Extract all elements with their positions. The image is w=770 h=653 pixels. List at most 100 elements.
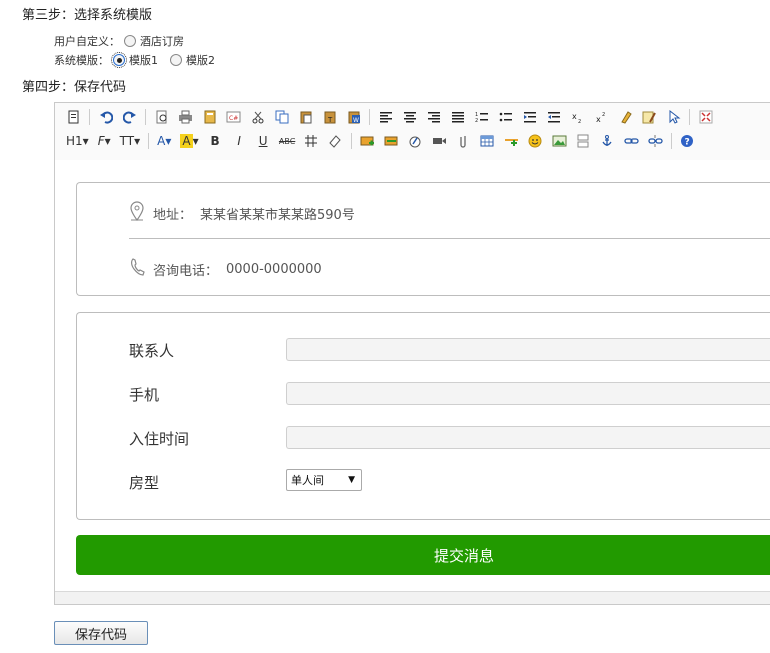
help-icon[interactable]: ? bbox=[677, 131, 698, 151]
toolbar-separator bbox=[689, 109, 690, 125]
editor-content[interactable]: 地址： 某某省某某市某某路590号 咨询电话： 0000-0000000 联系人… bbox=[55, 160, 770, 592]
attachment-icon[interactable] bbox=[453, 131, 474, 151]
checkin-time-input[interactable] bbox=[286, 426, 770, 449]
checkin-time-label: 入住时间 bbox=[129, 430, 190, 448]
bold-button[interactable]: B bbox=[205, 131, 226, 151]
preview-icon[interactable] bbox=[151, 107, 172, 127]
custom-template-row: 用户自定义： 酒店订房 bbox=[54, 33, 184, 49]
fullscreen-icon[interactable] bbox=[695, 107, 716, 127]
toolbar-separator bbox=[369, 109, 370, 125]
phone-label: 咨询电话： bbox=[153, 263, 219, 279]
svg-text:?: ? bbox=[685, 138, 690, 148]
toolbar-separator bbox=[148, 133, 150, 149]
room-type-value: 单人间 bbox=[291, 474, 324, 487]
cut-icon[interactable] bbox=[247, 107, 268, 127]
location-pin-icon bbox=[129, 201, 145, 225]
template2-radio[interactable] bbox=[170, 54, 182, 66]
flash-icon[interactable] bbox=[405, 131, 426, 151]
phone-line: 咨询电话： 0000-0000000 bbox=[129, 257, 322, 281]
code-icon[interactable]: C# bbox=[223, 107, 244, 127]
toolbar-separator bbox=[145, 109, 146, 125]
phone-value: 0000-0000000 bbox=[226, 261, 322, 277]
editor-toolbar: C# T W 12 x2 x2 H1 ▾ F ▾ TT ▾ A▾ A ▾ B I… bbox=[55, 103, 770, 161]
eraser-icon[interactable] bbox=[325, 131, 346, 151]
custom-template-radio[interactable] bbox=[124, 35, 136, 47]
custom-template-option-label[interactable]: 酒店订房 bbox=[140, 33, 184, 49]
svg-text:x: x bbox=[572, 112, 577, 121]
insert-column-icon[interactable] bbox=[381, 131, 402, 151]
booking-form-card: 联系人 手机 入住时间 房型 单人间 ▼ bbox=[76, 312, 770, 520]
template1-label[interactable]: 模版1 bbox=[129, 52, 158, 68]
anchor-icon[interactable] bbox=[597, 131, 618, 151]
address-line: 地址： 某某省某某市某某路590号 bbox=[129, 201, 355, 225]
system-template-label: 系统模版： bbox=[54, 54, 109, 67]
cursor-icon[interactable] bbox=[663, 107, 684, 127]
subscript-icon[interactable]: x2 bbox=[567, 107, 588, 127]
room-type-label: 房型 bbox=[129, 474, 160, 492]
font-family-dropdown[interactable]: F ▾ bbox=[95, 131, 114, 151]
table-grid-icon[interactable] bbox=[301, 131, 322, 151]
align-right-icon[interactable] bbox=[423, 107, 444, 127]
align-left-icon[interactable] bbox=[375, 107, 396, 127]
insert-hr-icon[interactable] bbox=[501, 131, 522, 151]
insert-row-icon[interactable] bbox=[357, 131, 378, 151]
toolbar-separator bbox=[670, 133, 672, 149]
font-color-dropdown[interactable]: A▾ bbox=[154, 131, 174, 151]
custom-template-label: 用户自定义： bbox=[54, 35, 120, 48]
svg-text:C#: C# bbox=[229, 115, 238, 122]
select-all-icon[interactable] bbox=[639, 107, 660, 127]
underline-button[interactable]: U bbox=[253, 131, 274, 151]
mobile-input[interactable] bbox=[286, 382, 770, 405]
svg-text:W: W bbox=[353, 117, 359, 124]
link-icon[interactable] bbox=[621, 131, 642, 151]
template1-radio[interactable] bbox=[111, 52, 127, 68]
submit-message-button[interactable]: 提交消息 bbox=[76, 535, 770, 575]
align-center-icon[interactable] bbox=[399, 107, 420, 127]
contact-info-card: 地址： 某某省某某市某某路590号 咨询电话： 0000-0000000 bbox=[76, 182, 770, 296]
step3-title: 第三步：选择系统模版 bbox=[22, 8, 153, 23]
italic-button[interactable]: I bbox=[229, 131, 250, 151]
template2-label[interactable]: 模版2 bbox=[186, 52, 215, 68]
table-icon[interactable] bbox=[477, 131, 498, 151]
toolbar-row-2: H1 ▾ F ▾ TT ▾ A▾ A ▾ B I U ABC ? bbox=[63, 130, 698, 152]
redo-icon[interactable] bbox=[119, 107, 140, 127]
mobile-label: 手机 bbox=[129, 386, 160, 404]
indent-icon[interactable] bbox=[519, 107, 540, 127]
unlink-icon[interactable] bbox=[645, 131, 666, 151]
source-icon[interactable] bbox=[63, 107, 84, 127]
outdent-icon[interactable] bbox=[543, 107, 564, 127]
rich-text-editor[interactable]: C# T W 12 x2 x2 H1 ▾ F ▾ TT ▾ A▾ A ▾ B I… bbox=[54, 102, 770, 605]
ordered-list-icon[interactable]: 12 bbox=[471, 107, 492, 127]
paste-word-icon[interactable]: W bbox=[343, 107, 364, 127]
save-code-button[interactable]: 保存代码 bbox=[54, 621, 148, 645]
copy-icon[interactable] bbox=[271, 107, 292, 127]
font-size-dropdown[interactable]: TT ▾ bbox=[117, 131, 143, 151]
svg-text:2: 2 bbox=[578, 119, 581, 123]
paste-icon[interactable] bbox=[295, 107, 316, 127]
chevron-down-icon: ▼ bbox=[348, 475, 355, 485]
contact-person-label: 联系人 bbox=[129, 342, 175, 360]
template-icon[interactable] bbox=[199, 107, 220, 127]
address-value: 某某省某某市某某路590号 bbox=[200, 207, 355, 223]
superscript-icon[interactable]: x2 bbox=[591, 107, 612, 127]
emoticon-icon[interactable] bbox=[525, 131, 546, 151]
contact-person-input[interactable] bbox=[286, 338, 770, 361]
toolbar-row-1: C# T W 12 x2 x2 bbox=[63, 106, 716, 128]
paste-text-icon[interactable]: T bbox=[319, 107, 340, 127]
strikethrough-button[interactable]: ABC bbox=[277, 131, 298, 151]
room-type-select[interactable]: 单人间 ▼ bbox=[286, 469, 362, 491]
svg-text:T: T bbox=[327, 116, 333, 124]
page-break-icon[interactable] bbox=[573, 131, 594, 151]
highlight-color-dropdown[interactable]: A ▾ bbox=[177, 131, 201, 151]
phone-icon bbox=[129, 257, 145, 281]
image-icon[interactable] bbox=[549, 131, 570, 151]
video-icon[interactable] bbox=[429, 131, 450, 151]
heading-dropdown[interactable]: H1 ▾ bbox=[63, 131, 92, 151]
clear-format-icon[interactable] bbox=[615, 107, 636, 127]
print-icon[interactable] bbox=[175, 107, 196, 127]
address-label: 地址： bbox=[153, 207, 193, 223]
svg-text:2: 2 bbox=[475, 118, 478, 123]
unordered-list-icon[interactable] bbox=[495, 107, 516, 127]
align-justify-icon[interactable] bbox=[447, 107, 468, 127]
undo-icon[interactable] bbox=[95, 107, 116, 127]
